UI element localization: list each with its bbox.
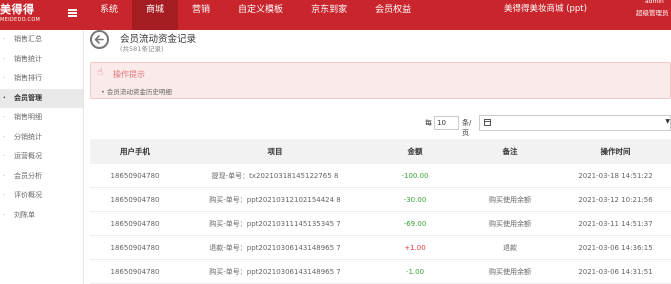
column-header-item: 项目 xyxy=(267,147,283,156)
sidebar-item-label: 销售明细 xyxy=(14,113,42,121)
bullet-icon: · xyxy=(3,171,6,180)
logo-text: 美得得 xyxy=(0,3,35,16)
sidebar-item-label: 运营概况 xyxy=(14,152,42,160)
bullet-icon: · xyxy=(3,152,6,160)
table-row: 18650904780 提现-单号：tx20210318145122765 8 … xyxy=(90,164,671,188)
nav-item-member-rights[interactable]: 会员权益 xyxy=(361,0,425,30)
per-page-suffix: 条/页 xyxy=(462,119,472,137)
cell-time: 2021-03-11 14:51:37 xyxy=(578,220,653,228)
sidebar-item-member-management[interactable]: · 会员管理 xyxy=(0,88,83,108)
cell-amount: -100.00 xyxy=(401,172,429,180)
bullet-icon: · xyxy=(3,113,6,121)
per-page-label: 每 xyxy=(425,119,432,127)
sidebar-item-label: 评价概况 xyxy=(14,191,42,199)
bullet-icon: · xyxy=(3,74,6,82)
bullet-icon: · xyxy=(3,93,6,102)
sidebar-item-sales-stats[interactable]: · 销售统计 xyxy=(0,50,83,70)
calendar-icon xyxy=(484,119,491,126)
cell-time: 2021-03-12 10:21:56 xyxy=(578,196,653,204)
table-row: 18650904780 退款-单号：ppt20210306143148965 7… xyxy=(90,236,671,260)
sidebar: · 销售汇总 · 销售统计 · 销售排行 · 会员管理 · 销售明细 · 分销统计 · 运营概… xyxy=(0,30,84,284)
table-row: 18650904780 购买-单号：ppt20210312102154424 8… xyxy=(90,188,671,212)
cell-amount: -1.00 xyxy=(405,268,425,276)
bullet-icon: · xyxy=(3,54,6,63)
admin-role: 超级管理员 xyxy=(636,9,669,17)
date-range-input[interactable]: ▼ xyxy=(479,115,671,131)
table-row: 18650904780 购买-单号：ppt20210311145135345 7… xyxy=(90,212,671,236)
sidebar-item-label: 销售排行 xyxy=(14,74,42,82)
bullet-icon: · xyxy=(3,210,6,219)
cell-item: 购买-单号：ppt20210306143148965 7 xyxy=(209,268,341,276)
per-page-input[interactable]: 10 xyxy=(434,116,459,130)
cell-note xyxy=(460,164,560,187)
bullet-icon: · xyxy=(3,35,6,43)
tips-item: • 会员流动资金历史明细 xyxy=(101,88,172,96)
store-name[interactable]: 美得得美妆商城 (ppt) xyxy=(504,2,587,14)
records-table: 用户手机 项目 金额 备注 操作时间 18650904780 提现-单号：tx2… xyxy=(90,139,671,284)
caret-down-icon[interactable]: ▼ xyxy=(665,118,670,125)
sidebar-item-label: 会员分析 xyxy=(14,171,42,180)
main-content: 会员流动资金记录 (共581条记录) ☝ 操作提示 • 会员流动资金历史明细 每… xyxy=(84,30,671,284)
sidebar-item-label: 刘陈单 xyxy=(14,210,35,219)
sidebar-item-label: 会员管理 xyxy=(14,93,42,102)
cell-time: 2021-03-18 14:51:22 xyxy=(578,172,653,180)
arrow-left-icon xyxy=(94,35,104,44)
sidebar-item-member-analysis[interactable]: · 会员分析 xyxy=(0,167,83,187)
cell-note: 购买使用余额 xyxy=(489,196,531,204)
sidebar-item-liu-chen-dan[interactable]: · 刘陈单 xyxy=(0,206,83,226)
tips-panel: ☝ 操作提示 • 会员流动资金历史明细 xyxy=(90,62,671,99)
cell-note: 购买使用余额 xyxy=(489,268,531,276)
sidebar-item-operation-overview[interactable]: · 运营概况 xyxy=(0,147,83,167)
record-count: (共581条记录) xyxy=(120,45,164,53)
column-header-amount: 金额 xyxy=(407,147,423,156)
cell-amount: -30.00 xyxy=(403,196,427,204)
tips-title[interactable]: 操作提示 xyxy=(113,69,145,80)
admin-name[interactable]: admin xyxy=(645,0,664,5)
cell-phone: 18650904780 xyxy=(110,220,160,228)
column-header-note: 备注 xyxy=(502,147,518,156)
nav-item-system[interactable]: 系统 xyxy=(86,0,132,30)
bullet-icon: · xyxy=(3,132,6,141)
table-header: 用户手机 项目 金额 备注 操作时间 xyxy=(90,139,671,164)
cell-phone: 18650904780 xyxy=(110,172,160,180)
sidebar-item-label: 销售汇总 xyxy=(14,35,42,43)
sidebar-item-sales-detail[interactable]: · 销售明细 xyxy=(0,108,83,128)
logo-subtext: MEIDEDO.COM xyxy=(0,17,41,23)
cell-amount: +1.00 xyxy=(404,244,426,252)
cell-note: 购买使用余额 xyxy=(489,220,531,228)
table-row: 18650904780 购买-单号：ppt20210306143148965 7… xyxy=(90,260,671,284)
cell-item: 退款-单号：ppt20210306143148965 7 xyxy=(209,244,341,252)
cell-time: 2021-03-06 14:36:15 xyxy=(578,244,653,252)
top-nav: 系统 商城 营销 自定义模板 京东到家 会员权益 xyxy=(86,0,425,30)
bullet-icon: · xyxy=(3,191,6,199)
cell-amount: -69.00 xyxy=(403,220,427,228)
nav-item-jd-daojia[interactable]: 京东到家 xyxy=(297,0,361,30)
nav-item-marketing[interactable]: 营销 xyxy=(178,0,224,30)
sidebar-item-label: 销售统计 xyxy=(14,54,42,63)
pointer-hand-icon: ☝ xyxy=(97,67,104,78)
cell-time: 2021-03-06 14:31:51 xyxy=(578,268,653,276)
sidebar-item-sales-summary[interactable]: · 销售汇总 xyxy=(0,30,83,50)
cell-phone: 18650904780 xyxy=(110,196,160,204)
tips-item-text: 会员流动资金历史明细 xyxy=(106,88,172,96)
nav-item-mall[interactable]: 商城 xyxy=(132,0,179,30)
top-bar: 美得得 MEIDEDO.COM 系统 商城 营销 自定义模板 京东到家 会员权益… xyxy=(0,0,671,30)
cell-item: 购买-单号：ppt20210312102154424 8 xyxy=(209,196,341,204)
menu-toggle-icon[interactable] xyxy=(68,9,77,17)
nav-item-custom-template[interactable]: 自定义模板 xyxy=(224,0,297,30)
cell-phone: 18650904780 xyxy=(110,244,160,252)
cell-item: 提现-单号：tx20210318145122765 8 xyxy=(211,172,339,180)
cell-note: 退款 xyxy=(503,244,517,252)
back-button[interactable] xyxy=(90,30,109,49)
sidebar-item-sales-ranking[interactable]: · 销售排行 xyxy=(0,69,83,89)
cell-phone: 18650904780 xyxy=(110,268,160,276)
cell-item: 购买-单号：ppt20210311145135345 7 xyxy=(209,220,341,228)
column-header-time: 操作时间 xyxy=(600,147,631,156)
column-header-phone: 用户手机 xyxy=(120,147,150,156)
sidebar-item-label: 分销统计 xyxy=(14,132,42,141)
sidebar-item-review-overview[interactable]: · 评价概况 xyxy=(0,186,83,206)
sidebar-item-distribution-stats[interactable]: · 分销统计 xyxy=(0,128,83,148)
